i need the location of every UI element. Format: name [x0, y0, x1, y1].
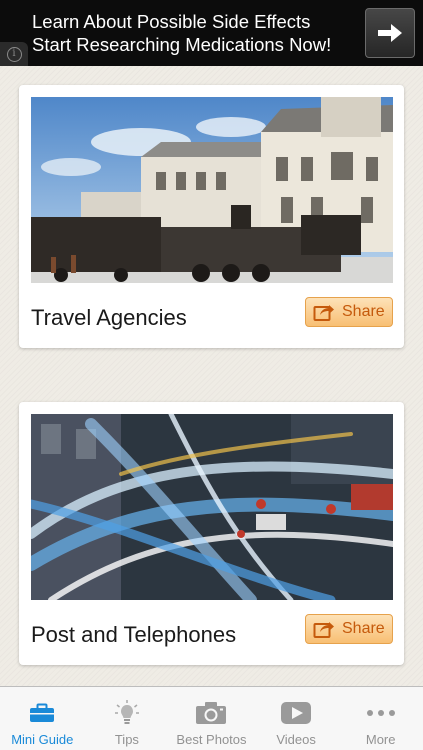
- share-button[interactable]: Share: [305, 297, 393, 327]
- share-button[interactable]: Share: [305, 614, 393, 644]
- arrow-right-icon: [378, 24, 402, 42]
- share-icon: [313, 305, 334, 321]
- tab-label: More: [365, 732, 396, 747]
- tab-label: Videos: [276, 732, 316, 747]
- ad-text[interactable]: Learn About Possible Side Effects Start …: [32, 10, 331, 56]
- info-icon: i: [6, 46, 22, 62]
- ad-line-1[interactable]: Learn About Possible Side Effects: [32, 10, 331, 33]
- tab-best-photos[interactable]: Best Photos: [169, 687, 254, 750]
- share-label: Share: [342, 620, 385, 637]
- tab-videos[interactable]: Videos: [254, 687, 339, 750]
- traffic-light-trails-photo[interactable]: [31, 414, 393, 600]
- ad-info-button[interactable]: i: [0, 42, 28, 66]
- ad-arrow-button[interactable]: [365, 8, 415, 58]
- tab-label: Best Photos: [176, 732, 247, 747]
- guide-card-post-and-telephones[interactable]: Post and Telephones Share: [19, 402, 404, 665]
- share-icon: [313, 622, 334, 638]
- ad-line-2[interactable]: Start Researching Medications Now!: [32, 33, 331, 56]
- tab-label: Tips: [114, 732, 139, 747]
- card-title[interactable]: Post and Telephones: [31, 622, 236, 648]
- camera-icon: [196, 702, 227, 724]
- tab-mini-guide[interactable]: Mini Guide: [0, 687, 85, 750]
- tab-label: Mini Guide: [11, 732, 74, 747]
- tab-more[interactable]: More: [338, 687, 423, 750]
- share-label: Share: [342, 303, 385, 320]
- tab-bar: Mini Guide Tips Best Photos Videos More: [0, 686, 423, 750]
- card-title[interactable]: Travel Agencies: [31, 305, 187, 331]
- play-icon: [281, 702, 312, 724]
- lightbulb-icon: [114, 700, 139, 724]
- ad-banner[interactable]: Learn About Possible Side Effects Start …: [0, 0, 423, 66]
- briefcase-icon: [30, 703, 55, 722]
- train-station-photo[interactable]: [31, 97, 393, 283]
- more-icon: [366, 710, 395, 716]
- tab-tips[interactable]: Tips: [85, 687, 170, 750]
- guide-card-travel-agencies[interactable]: Travel Agencies Share: [19, 85, 404, 348]
